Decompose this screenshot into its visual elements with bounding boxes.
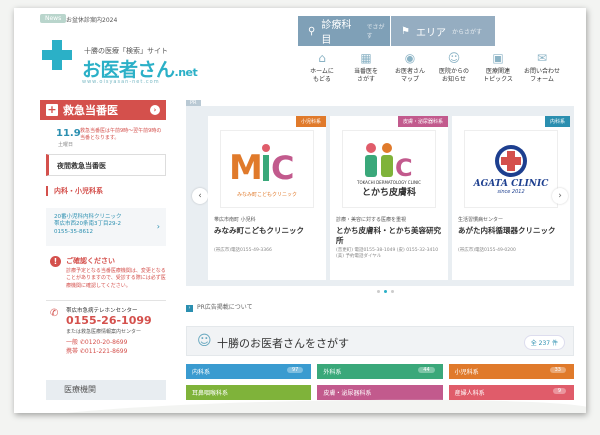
medical-bag-icon: ▣ (492, 51, 504, 65)
clinic-category: 生活習慣病センター (458, 217, 504, 223)
nav-topics[interactable]: ▣ 医療関連 トピックス (476, 52, 520, 83)
card-badge: 小児科系 (295, 116, 326, 127)
clinic-card[interactable]: 皮膚・泌尿器科系 C TOKACHI DERMATOLOGY CLINIC とか… (330, 116, 448, 280)
total-count-badge[interactable]: 全 237 件 (523, 335, 565, 350)
news-tag: News (40, 14, 67, 23)
clinic-logo: C TOKACHI DERMATOLOGY CLINIC とかち皮膚科 (342, 130, 436, 208)
duty-note: 救急当番医は午前9時～翌午前9時の当番となります。 (80, 128, 162, 141)
clinic-category: 帯広市南町 小児科 (214, 217, 256, 223)
duty-clinic-card[interactable]: 20番小児科内科クリニック 帯広市西20条南3丁目29-2 0155-35-86… (46, 208, 166, 246)
alert-icon: ! (50, 256, 61, 267)
hospital-icon: ▦ (360, 51, 372, 65)
home-icon: ⌂ (318, 51, 326, 65)
svg-text:M: M (229, 148, 263, 188)
nav-duty-doctor[interactable]: ▦ 当番医を さがす (344, 52, 388, 83)
pr-notice-link[interactable]: › PR広告掲載について (186, 302, 253, 312)
nav-map[interactable]: ◉ お医者さん マップ (388, 52, 432, 83)
mic-logo-icon: M C (229, 143, 294, 188)
svg-text:C: C (395, 154, 413, 180)
phone-mobile[interactable]: 携帯 ✆011-221-8699 (66, 346, 127, 355)
agata-logo-icon (495, 145, 527, 177)
flag-icon: ⚑ (401, 25, 410, 37)
warning-title: ご確認ください (66, 257, 115, 265)
pr-carousel: ‹ 小児科系 M C みなみ町こどもクリニック 帯広市南町 小児科 みなみ町こど… (186, 106, 574, 286)
specialty-item[interactable]: 外科系 44 (317, 364, 443, 379)
site-logo[interactable]: お医者さん.net (82, 55, 198, 82)
main-nav: ⌂ ホームに もどる ▦ 当番医を さがす ◉ お医者さん マップ ☺ 医院からの お知… (300, 52, 564, 83)
specialty-item[interactable]: 耳鼻咽喉科系 (186, 385, 312, 400)
specialty-grid: 内科系 97 外科系 44 小児科系 33 耳鼻咽喉科系 皮膚・泌尿器科系 産婦人科系… (186, 364, 574, 400)
carousel-dot[interactable] (384, 290, 387, 293)
carousel-dot[interactable] (377, 290, 380, 293)
clinic-address: (帯広市)電話0155-49-3366 (214, 248, 272, 253)
specialty-item[interactable]: 内科系 97 (186, 364, 312, 379)
phone-general[interactable]: 一般 ✆0120-20-8699 (66, 337, 127, 346)
clinic-name: あがた内科循環器クリニック (458, 226, 556, 235)
map-pin-icon: ◉ (404, 51, 416, 65)
cross-logo-icon[interactable] (42, 40, 72, 70)
emergency-duty-button[interactable]: + 救急当番医 › (40, 100, 166, 120)
night-emergency-link[interactable]: 夜間救急当番医 (46, 154, 166, 176)
search-section-title: 十勝のお医者さんをさがす (217, 337, 349, 350)
card-badge: 内科系 (544, 116, 570, 127)
phone-center-label: 帯広市急病テレホンセンター (66, 308, 138, 314)
nav-contact[interactable]: ✉ お問い合わせ フォーム (520, 52, 564, 83)
specialty-item[interactable]: 産婦人科系 9 (448, 385, 574, 400)
search-section-header: ☺ 十勝のお医者さんをさがす 全 237 件 (186, 326, 574, 356)
duty-weekday: 土曜日 (58, 142, 74, 148)
carousel-prev-button[interactable]: ‹ (192, 188, 208, 204)
chevron-right-icon: › (156, 222, 160, 231)
mail-icon: ✉ (536, 51, 548, 65)
search-by-area-button[interactable]: ⚑ エリア からさがす (391, 16, 495, 46)
duty-date: 11.9 (56, 128, 81, 139)
specialty-item[interactable]: 小児科系 33 (448, 364, 574, 379)
specialty-item[interactable]: 皮膚・泌尿器科系 (317, 385, 443, 400)
tic-logo-icon: C (365, 143, 413, 180)
chevron-right-icon: › (186, 305, 193, 312)
site-url: www.oisyasan-net.com (82, 79, 160, 85)
carousel-next-button[interactable]: › (552, 188, 568, 204)
sidebar-footer-link[interactable]: 医療機関 (46, 380, 166, 400)
nav-clinic-news[interactable]: ☺ 医院からの お知らせ (432, 52, 476, 83)
clinic-logo: M C みなみ町こどもクリニック (220, 130, 314, 208)
search-icon: ⚲ (308, 25, 316, 37)
plus-icon: + (46, 103, 58, 116)
news-link[interactable]: お盆休診案内2024 (66, 15, 117, 24)
clinic-card[interactable]: 小児科系 M C みなみ町こどもクリニック 帯広市南町 小児科 みなみ町こどもク… (208, 116, 326, 280)
doctor-icon: ☺ (197, 333, 212, 349)
phone-sub-label: または救急医療情報案内センター (66, 329, 142, 335)
doctor-icon: ☺ (447, 51, 461, 65)
search-by-specialty-button[interactable]: ⚲ 診療科目 でさがす (298, 16, 390, 46)
carousel-dot[interactable] (391, 290, 394, 293)
clinic-name: みなみ町こどもクリニック (214, 226, 304, 235)
clinic-logo: AGATA CLINIC since 2012 (464, 130, 558, 208)
card-badge: 皮膚・泌尿器科系 (397, 116, 448, 127)
nav-home[interactable]: ⌂ ホームに もどる (300, 52, 344, 83)
phone-icon: ✆ (50, 308, 59, 319)
clinic-address: (音更町) 電話0155-38-1049 (皮) 0155-32-3410 (美… (336, 248, 439, 260)
category-heading: 内科・小児科系 (46, 186, 166, 196)
phone-center: ✆ 帯広市急病テレホンセンター 0155-26-1099 または救急医療情報案内… (46, 300, 166, 355)
page: News お盆休診案内2024 十勝の医療「検索」サイト お医者さん.net w… (14, 8, 586, 413)
chevron-right-icon: › (150, 105, 160, 115)
warning-body: 診療予定となる当番医療機関は、変更となることがありますので、受診する際には必ず医… (66, 268, 166, 289)
clinic-name: とかち皮膚科・とかち美容研究所 (336, 226, 441, 245)
phone-number[interactable]: 0155-26-1099 (66, 314, 152, 327)
clinic-category: 診療・美容に対する医療を重視 (336, 217, 407, 223)
svg-text:C: C (271, 149, 294, 187)
clinic-address: (帯広市)電話0155-49-0200 (458, 248, 516, 253)
carousel-dots (377, 290, 394, 293)
